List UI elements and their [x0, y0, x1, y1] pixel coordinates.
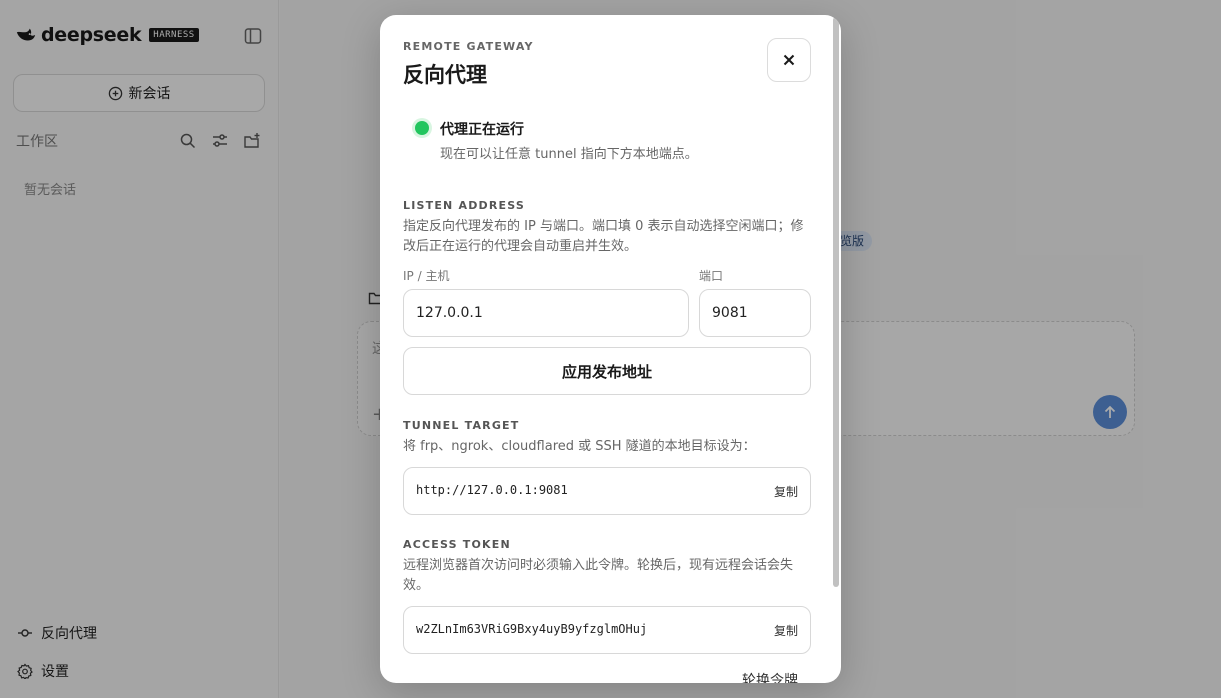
listen-address-label: LISTEN ADDRESS [403, 199, 525, 212]
copy-tunnel-button[interactable]: 复制 [774, 483, 798, 500]
status-title: 代理正在运行 [440, 122, 524, 138]
apply-address-button[interactable]: 应用发布地址 [403, 347, 811, 395]
access-token-field: w2ZLnIm63VRiG9Bxy4uyB9yfzglmOHuj 复制 [403, 606, 811, 654]
dialog-scroll-area[interactable]: REMOTE GATEWAY 反向代理 代理正在运行 现在可以让任意 tunne… [380, 15, 841, 683]
rotate-token-button[interactable]: 轮换令牌 [742, 670, 798, 683]
port-field-label: 端口 [699, 269, 724, 283]
tunnel-target-field: http://127.0.0.1:9081 复制 [403, 467, 811, 515]
access-token-description: 远程浏览器首次访问时必须输入此令牌。轮换后，现有远程会话会失效。 [403, 558, 794, 593]
host-input[interactable]: 127.0.0.1 [403, 289, 689, 337]
status-indicator [415, 121, 429, 135]
host-field-label: IP / 主机 [403, 269, 450, 283]
tunnel-target-label: TUNNEL TARGET [403, 419, 520, 432]
copy-token-button[interactable]: 复制 [774, 622, 798, 639]
access-token-value[interactable]: w2ZLnIm63VRiG9Bxy4uyB9yfzglmOHuj [416, 622, 647, 636]
access-token-label: ACCESS TOKEN [403, 538, 511, 551]
close-button[interactable] [767, 38, 811, 82]
tunnel-target-value[interactable]: http://127.0.0.1:9081 [416, 483, 568, 497]
dialog-eyebrow: REMOTE GATEWAY [403, 40, 534, 53]
status-description: 现在可以让任意 tunnel 指向下方本地端点。 [440, 147, 698, 162]
dialog-scrollbar-thumb[interactable] [833, 17, 839, 587]
close-icon [783, 54, 795, 66]
dialog-title: 反向代理 [403, 63, 487, 87]
reverse-proxy-dialog: REMOTE GATEWAY 反向代理 代理正在运行 现在可以让任意 tunne… [380, 15, 841, 683]
listen-address-description: 指定反向代理发布的 IP 与端口。端口填 0 表示自动选择空闲端口；修改后正在运… [403, 219, 804, 254]
port-input[interactable]: 9081 [699, 289, 811, 337]
tunnel-target-description: 将 frp、ngrok、cloudflared 或 SSH 隧道的本地目标设为： [403, 439, 756, 454]
